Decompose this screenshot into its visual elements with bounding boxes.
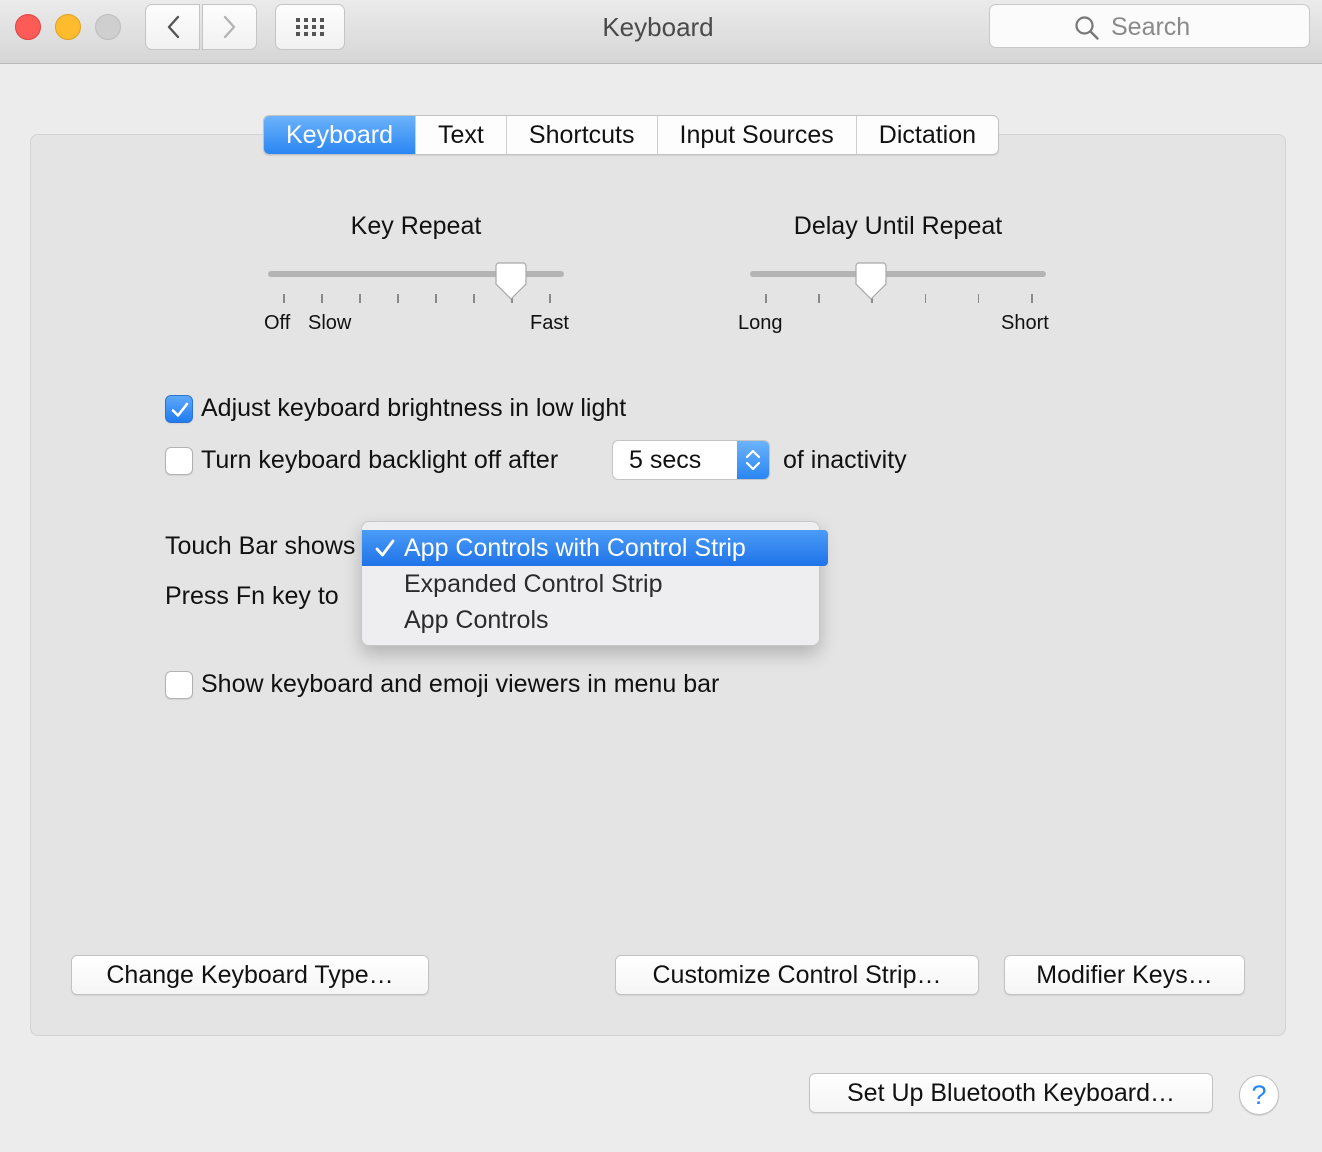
delay-repeat-tick [1031, 294, 1033, 303]
show-all-button[interactable] [275, 4, 345, 50]
tab-shortcuts[interactable]: Shortcuts [505, 116, 657, 154]
title-bar: Keyboard Search [0, 0, 1322, 64]
press-fn-label: Press Fn key to [165, 582, 339, 610]
delay-repeat-tick [765, 294, 767, 303]
tab-dictation[interactable]: Dictation [855, 116, 998, 154]
menu-item-app-controls-with-control-strip[interactable]: App Controls with Control Strip [362, 530, 828, 566]
key-repeat-tick [435, 294, 437, 303]
navigation-buttons [145, 4, 257, 50]
delay-repeat-title: Delay Until Repeat [793, 212, 1003, 240]
delay-repeat-tick [924, 294, 927, 303]
checkmark-icon [171, 402, 189, 417]
menu-item-label: App Controls [404, 606, 549, 634]
grid-icon [296, 18, 324, 36]
delay-repeat-long-label: Long [738, 312, 783, 334]
minimize-window-button[interactable] [55, 14, 81, 40]
key-repeat-tick [359, 294, 361, 303]
change-keyboard-type-button[interactable]: Change Keyboard Type… [71, 955, 429, 995]
key-repeat-slow-label: Slow [308, 312, 352, 334]
menu-item-label: App Controls with Control Strip [404, 534, 746, 562]
backlight-off-checkbox[interactable] [165, 447, 193, 475]
zoom-window-button[interactable] [95, 14, 121, 40]
tab-bar: Keyboard Text Shortcuts Input Sources Di… [263, 115, 1000, 155]
backlight-off-label: Turn keyboard backlight off after [201, 446, 559, 474]
key-repeat-tick [283, 294, 285, 303]
stepper-arrows[interactable] [737, 441, 769, 479]
search-icon [1075, 16, 1099, 40]
adjust-brightness-checkbox[interactable] [165, 395, 193, 423]
tab-keyboard[interactable]: Keyboard [264, 116, 416, 154]
key-repeat-tick [549, 294, 551, 303]
help-button[interactable]: ? [1239, 1075, 1279, 1115]
tab-input-sources[interactable]: Input Sources [656, 116, 856, 154]
key-repeat-tick [321, 294, 323, 303]
up-down-chevron-icon [745, 449, 761, 471]
key-repeat-tick [473, 294, 475, 303]
key-repeat-tick [397, 294, 399, 303]
show-viewers-label: Show keyboard and emoji viewers in menu … [201, 670, 720, 698]
search-placeholder: Search [1111, 13, 1191, 41]
key-repeat-off-label: Off [264, 312, 291, 334]
delay-repeat-slider[interactable] [750, 271, 1046, 277]
delay-repeat-tick [977, 294, 980, 303]
key-repeat-title: Key Repeat [350, 212, 482, 240]
tab-text[interactable]: Text [415, 116, 506, 154]
delay-repeat-tick [818, 294, 820, 303]
menu-item-label: Expanded Control Strip [404, 570, 663, 598]
forward-button[interactable] [202, 4, 257, 50]
chevron-left-icon [167, 15, 179, 39]
customize-control-strip-button[interactable]: Customize Control Strip… [615, 955, 979, 995]
delay-repeat-thumb[interactable] [855, 262, 887, 302]
checkmark-icon [375, 539, 395, 557]
delay-repeat-short-label: Short [1001, 312, 1049, 334]
key-repeat-thumb[interactable] [495, 262, 527, 302]
key-repeat-fast-label: Fast [530, 312, 569, 334]
inactivity-label: of inactivity [783, 446, 907, 474]
adjust-brightness-label: Adjust keyboard brightness in low light [201, 394, 627, 422]
close-window-button[interactable] [15, 14, 41, 40]
setup-bluetooth-keyboard-button[interactable]: Set Up Bluetooth Keyboard… [809, 1073, 1213, 1113]
touch-bar-dropdown-menu: App Controls with Control Strip Expanded… [361, 521, 828, 646]
window-title: Keyboard [602, 12, 714, 42]
back-button[interactable] [145, 4, 200, 50]
modifier-keys-button[interactable]: Modifier Keys… [1004, 955, 1245, 995]
backlight-timeout-popup[interactable]: 5 secs [612, 440, 770, 480]
show-viewers-checkbox[interactable] [165, 671, 193, 699]
touch-bar-shows-label: Touch Bar shows [165, 532, 356, 560]
chevron-right-icon [223, 15, 235, 39]
menu-item-app-controls[interactable]: App Controls [362, 602, 819, 638]
menu-item-expanded-control-strip[interactable]: Expanded Control Strip [362, 566, 819, 602]
search-field[interactable]: Search [989, 4, 1310, 48]
backlight-timeout-value: 5 secs [629, 446, 702, 474]
